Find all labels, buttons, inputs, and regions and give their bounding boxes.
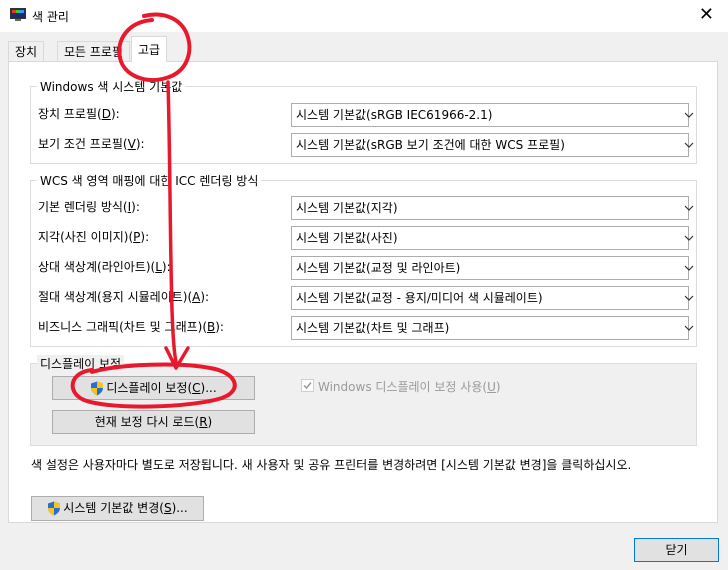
absolute-colorimetric-select[interactable]: 시스템 기본값(교정 - 용지/미디어 색 시뮬레이트) <box>291 286 694 310</box>
viewing-conditions-select[interactable]: 시스템 기본값(sRGB 보기 조건에 대한 WCS 프로필) <box>291 133 694 157</box>
uac-shield-icon <box>48 501 61 516</box>
relative-colorimetric-select[interactable]: 시스템 기본값(교정 및 라인아트) <box>291 256 694 280</box>
default-rendering-label: 기본 렌더링 방식(I): <box>38 200 140 214</box>
business-graphics-label: 비즈니스 그래픽(차트 및 그래프)(B): <box>38 320 224 334</box>
use-windows-calibration-checkbox[interactable] <box>301 379 314 392</box>
icc-rendering-legend: WCS 색 영역 매핑에 대한 ICC 렌더링 방식 <box>37 172 262 189</box>
checkmark-icon <box>303 382 312 390</box>
tab-devices[interactable]: 장치 <box>8 41 45 61</box>
viewing-conditions-label: 보기 조건 프로필(V): <box>38 137 145 151</box>
close-window-icon[interactable]: ✕ <box>699 4 714 25</box>
change-system-defaults-button[interactable]: 시스템 기본값 변경(S)... <box>31 496 204 521</box>
calibrate-display-button[interactable]: 디스플레이 보정(C)... <box>52 376 255 400</box>
device-profile-label: 장치 프로필(D): <box>38 107 120 121</box>
absolute-colorimetric-label: 절대 색상계(용지 시뮬레이트)(A): <box>38 290 210 304</box>
use-windows-calibration-label: Windows 디스플레이 보정 사용(U) <box>318 380 501 394</box>
settings-footnote: 색 설정은 사용자마다 별도로 저장됩니다. 새 사용자 및 공유 프린터를 변… <box>31 458 632 472</box>
device-profile-select[interactable]: 시스템 기본값(sRGB IEC61966-2.1) <box>291 103 694 127</box>
business-graphics-select[interactable]: 시스템 기본값(차트 및 그래프) <box>291 316 694 340</box>
perceptual-label: 지각(사진 이미지)(P): <box>38 230 150 244</box>
color-management-icon <box>10 8 26 21</box>
close-button[interactable]: 닫기 <box>634 538 719 562</box>
tab-all-profiles[interactable]: 모든 프로필 <box>57 41 131 61</box>
tab-advanced[interactable]: 고급 <box>131 36 168 62</box>
windows-defaults-legend: Windows 색 시스템 기본값 <box>37 78 186 95</box>
relative-colorimetric-label: 상대 색상계(라인아트)(L): <box>38 260 171 274</box>
perceptual-select[interactable]: 시스템 기본값(사진) <box>291 226 694 250</box>
default-rendering-select[interactable]: 시스템 기본값(지각) <box>291 196 694 220</box>
display-calibration-legend: 디스플레이 보정 <box>37 355 125 372</box>
title-bar: 색 관리 ✕ <box>0 0 728 32</box>
reload-calibration-button[interactable]: 현재 보정 다시 로드(R) <box>52 410 255 434</box>
window-title: 색 관리 <box>32 10 69 24</box>
uac-shield-icon <box>91 381 104 396</box>
